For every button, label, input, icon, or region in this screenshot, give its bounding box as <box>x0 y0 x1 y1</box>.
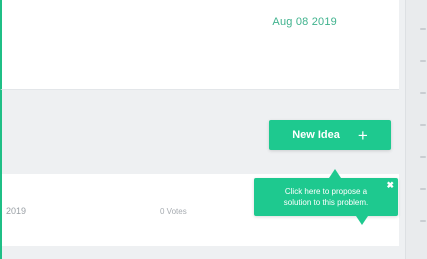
sidebar-tick <box>420 28 426 30</box>
card-date: Aug 08 2019 <box>272 16 337 28</box>
close-icon[interactable]: ✖ <box>386 180 394 191</box>
sidebar-tick <box>420 220 426 222</box>
tooltip-arrow-down <box>356 216 368 225</box>
right-sidebar-edge <box>405 0 427 259</box>
new-idea-label: New Idea <box>292 129 340 141</box>
new-idea-button[interactable]: New Idea + <box>269 120 391 150</box>
sidebar-tick <box>420 60 426 62</box>
new-idea-tooltip: Click here to propose a solution to this… <box>254 169 398 225</box>
tooltip-text: Click here to propose a solution to this… <box>283 187 369 207</box>
plus-icon: + <box>357 125 368 145</box>
tooltip-arrow-up <box>329 169 341 178</box>
sidebar-tick <box>420 188 426 190</box>
sidebar-tick <box>420 124 426 126</box>
bottom-band <box>0 246 405 259</box>
row-date: 2019 <box>6 206 27 216</box>
votes-count: 0 Votes <box>160 207 187 216</box>
problem-card: Aug 08 2019 <box>0 0 399 90</box>
sidebar-tick <box>420 92 426 94</box>
sidebar-tick <box>420 156 426 158</box>
